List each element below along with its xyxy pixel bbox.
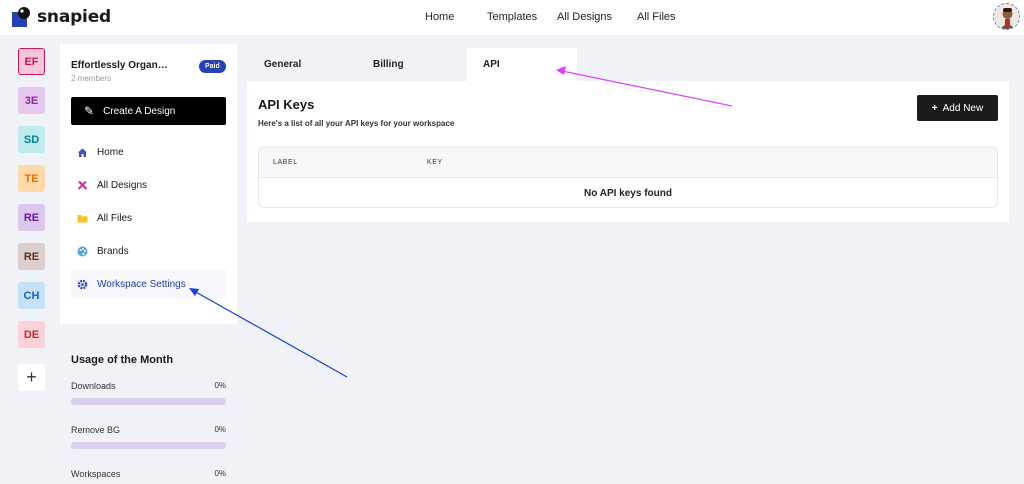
user-avatar[interactable] <box>993 3 1020 30</box>
workspace-avatar-ch[interactable]: CH <box>18 282 45 309</box>
designs-icon <box>77 180 88 191</box>
palette-icon <box>77 246 88 257</box>
sidebar-item-label: Workspace Settings <box>97 278 186 290</box>
usage-panel: Usage of the Month Downloads 0% Remove B… <box>60 340 237 484</box>
page-subtitle: Here's a list of all your API keys for y… <box>258 119 455 128</box>
tab-billing[interactable]: Billing <box>357 48 467 81</box>
usage-label: Remove BG <box>71 425 121 435</box>
workspace-avatar-re[interactable]: RE <box>18 243 45 270</box>
usage-bar <box>71 398 226 405</box>
nav-all-designs[interactable]: All Designs <box>557 11 612 23</box>
user-avatar-icon <box>994 4 1019 29</box>
usage-remove-bg: Remove BG 0% <box>71 425 226 449</box>
sidebar-item-home[interactable]: Home <box>71 137 226 167</box>
usage-workspaces: Workspaces 0% <box>71 469 226 484</box>
tab-api[interactable]: API <box>467 48 577 81</box>
usage-title: Usage of the Month <box>71 354 174 366</box>
workspace-members: 2 members <box>71 74 112 83</box>
sidebar-item-brands[interactable]: Brands <box>71 236 226 266</box>
sidebar-item-all-designs[interactable]: All Designs <box>71 170 226 200</box>
nav-templates[interactable]: Templates <box>487 11 537 23</box>
top-navigation-bar: snapied Home Templates All Designs All F… <box>0 0 1024 35</box>
sidebar: Effortlessly Organ… 2 members Paid ✎ Cre… <box>60 44 237 324</box>
table-header: LABEL KEY <box>259 148 997 178</box>
api-keys-table: LABEL KEY No API keys found <box>258 147 998 208</box>
column-header-label: LABEL <box>273 159 298 166</box>
add-workspace-button[interactable]: + <box>18 364 45 391</box>
plan-badge: Paid <box>199 60 226 73</box>
snapied-logo[interactable]: snapied <box>11 5 111 29</box>
nav-all-files[interactable]: All Files <box>637 11 676 23</box>
sidebar-item-label: All Designs <box>97 179 148 191</box>
sidebar-item-label: Brands <box>97 245 129 257</box>
brand-name: snapied <box>37 7 111 27</box>
sidebar-item-workspace-settings[interactable]: Workspace Settings <box>71 269 226 299</box>
gear-icon <box>77 279 88 290</box>
workspace-avatar-sd[interactable]: SD <box>18 126 45 153</box>
sidebar-item-label: Home <box>97 146 124 158</box>
usage-downloads: Downloads 0% <box>71 381 226 405</box>
plus-icon: + <box>931 102 938 114</box>
sidebar-item-all-files[interactable]: All Files <box>71 203 226 233</box>
workspace-avatar-ef[interactable]: EF <box>18 48 45 75</box>
usage-bar <box>71 442 226 449</box>
home-icon <box>77 147 88 158</box>
workspace-avatar-re[interactable]: RE <box>18 204 45 231</box>
sidebar-item-label: All Files <box>97 212 133 224</box>
column-header-key: KEY <box>427 159 443 166</box>
usage-label: Downloads <box>71 381 116 391</box>
create-design-button[interactable]: ✎ Create A Design <box>71 97 226 125</box>
workspace-avatar-te[interactable]: TE <box>18 165 45 192</box>
usage-label: Workspaces <box>71 469 121 479</box>
usage-percent: 0% <box>214 469 226 478</box>
workspace-avatar-de[interactable]: DE <box>18 321 45 348</box>
nav-home[interactable]: Home <box>425 11 454 23</box>
empty-state: No API keys found <box>584 187 672 199</box>
page-title: API Keys <box>258 97 315 112</box>
folder-icon <box>77 213 88 224</box>
api-keys-card: API Keys Here's a list of all your API k… <box>247 81 1009 222</box>
usage-percent: 0% <box>214 425 226 434</box>
usage-percent: 0% <box>214 381 226 390</box>
workspace-avatar-3e[interactable]: 3E <box>18 87 45 114</box>
add-new-button[interactable]: + Add New <box>917 95 998 121</box>
create-design-label: Create A Design <box>103 105 176 117</box>
add-new-label: Add New <box>942 102 984 114</box>
workspace-name[interactable]: Effortlessly Organ… <box>71 60 168 71</box>
snapied-logo-icon <box>12 7 30 27</box>
settings-tabs: General Billing API <box>247 48 577 81</box>
tab-general[interactable]: General <box>247 48 357 81</box>
pencil-icon: ✎ <box>84 104 95 118</box>
